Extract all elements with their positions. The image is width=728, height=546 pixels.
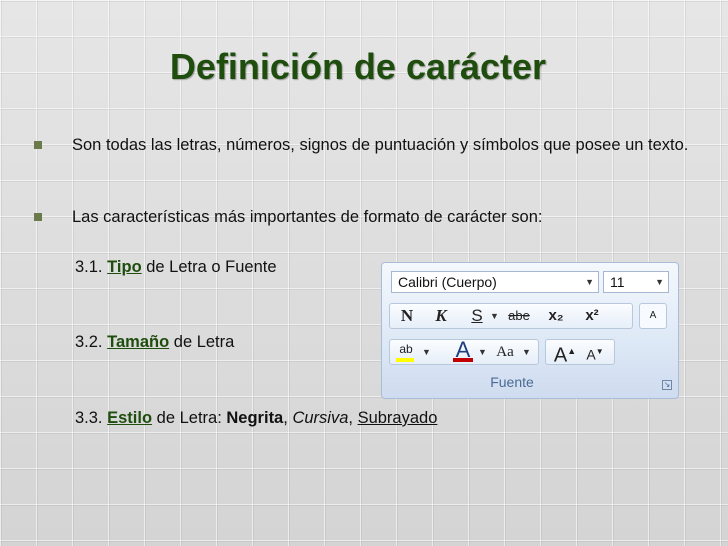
item-keyword: Tipo xyxy=(107,258,142,276)
separator: , xyxy=(283,409,288,427)
chevron-down-icon[interactable]: ▼ xyxy=(490,311,499,321)
chevron-down-icon[interactable]: ▼ xyxy=(478,347,487,357)
underline-button[interactable]: S xyxy=(466,304,488,328)
underline-example: Subrayado xyxy=(357,409,438,427)
highlight-color-bar xyxy=(396,358,414,362)
grow-font-button[interactable]: A▲ xyxy=(552,340,578,367)
grow-font-icon: A xyxy=(553,344,568,367)
item-tipo: 3.1. Tipo de Letra o Fuente xyxy=(75,258,277,277)
bullet-text: Las características más importantes de f… xyxy=(72,208,543,226)
chevron-down-icon[interactable]: ▼ xyxy=(522,347,531,357)
bullet-characteristics: Las características más importantes de f… xyxy=(34,207,704,227)
separator: , xyxy=(348,409,353,427)
clear-format-button[interactable]: A xyxy=(639,303,667,329)
font-name-combo[interactable]: Calibri (Cuerpo) ▼ xyxy=(391,271,599,293)
bold-button[interactable]: N xyxy=(394,304,420,328)
item-number: 3.3. xyxy=(75,409,103,427)
subscript-button[interactable]: x₂ xyxy=(540,304,572,328)
shrink-font-icon: A xyxy=(586,346,596,363)
ribbon-group-label: Fuente xyxy=(490,374,534,390)
font-color-button[interactable]: A xyxy=(450,339,476,364)
item-estilo: 3.3. Estilo de Letra: Negrita, Cursiva, … xyxy=(75,409,437,428)
bold-example: Negrita xyxy=(226,409,284,427)
size-buttons-row: A▲ A▼ xyxy=(545,339,615,367)
strikethrough-button[interactable]: abe xyxy=(502,304,536,328)
font-name-value: Calibri (Cuerpo) xyxy=(398,274,497,290)
format-buttons-row: N K S ▼ abe x₂ x² xyxy=(389,303,633,329)
chevron-down-icon: ▼ xyxy=(655,277,664,287)
item-text: de Letra: xyxy=(156,409,222,427)
font-size-combo[interactable]: 11 ▼ xyxy=(603,271,669,293)
bullet-definition: Son todas las letras, números, signos de… xyxy=(34,135,704,155)
highlight-button[interactable]: ab xyxy=(392,340,420,364)
italic-example: Cursiva xyxy=(292,409,349,427)
slide-title: Definición de carácter xyxy=(169,46,547,87)
bullet-text: Son todas las letras, números, signos de… xyxy=(72,136,689,154)
font-size-value: 11 xyxy=(610,274,625,290)
color-buttons-row: ab ▼ A ▼ Aa ▼ xyxy=(389,339,539,365)
item-text: de Letra xyxy=(173,333,235,351)
item-number: 3.2. xyxy=(75,333,103,351)
change-case-button[interactable]: Aa xyxy=(490,340,520,364)
font-ribbon-group: Calibri (Cuerpo) ▼ 11 ▼ N K S ▼ abe x₂ x… xyxy=(381,262,679,399)
item-text: de Letra o Fuente xyxy=(146,258,277,276)
bullet-marker-icon xyxy=(34,141,42,149)
eraser-icon: A xyxy=(649,310,657,321)
bullet-marker-icon xyxy=(34,213,42,221)
item-number: 3.1. xyxy=(75,258,103,276)
item-tamano: 3.2. Tamaño de Letra xyxy=(75,333,234,352)
shrink-font-button[interactable]: A▼ xyxy=(582,340,608,364)
dialog-launcher-icon[interactable]: ↘ xyxy=(662,380,672,390)
highlighter-icon: ab xyxy=(399,342,413,356)
chevron-down-icon: ▼ xyxy=(585,277,594,287)
item-keyword: Tamaño xyxy=(107,333,170,351)
superscript-button[interactable]: x² xyxy=(576,304,608,328)
italic-button[interactable]: K xyxy=(428,304,454,328)
chevron-down-icon[interactable]: ▼ xyxy=(422,347,431,357)
font-color-bar xyxy=(453,358,473,362)
item-keyword: Estilo xyxy=(107,409,153,427)
